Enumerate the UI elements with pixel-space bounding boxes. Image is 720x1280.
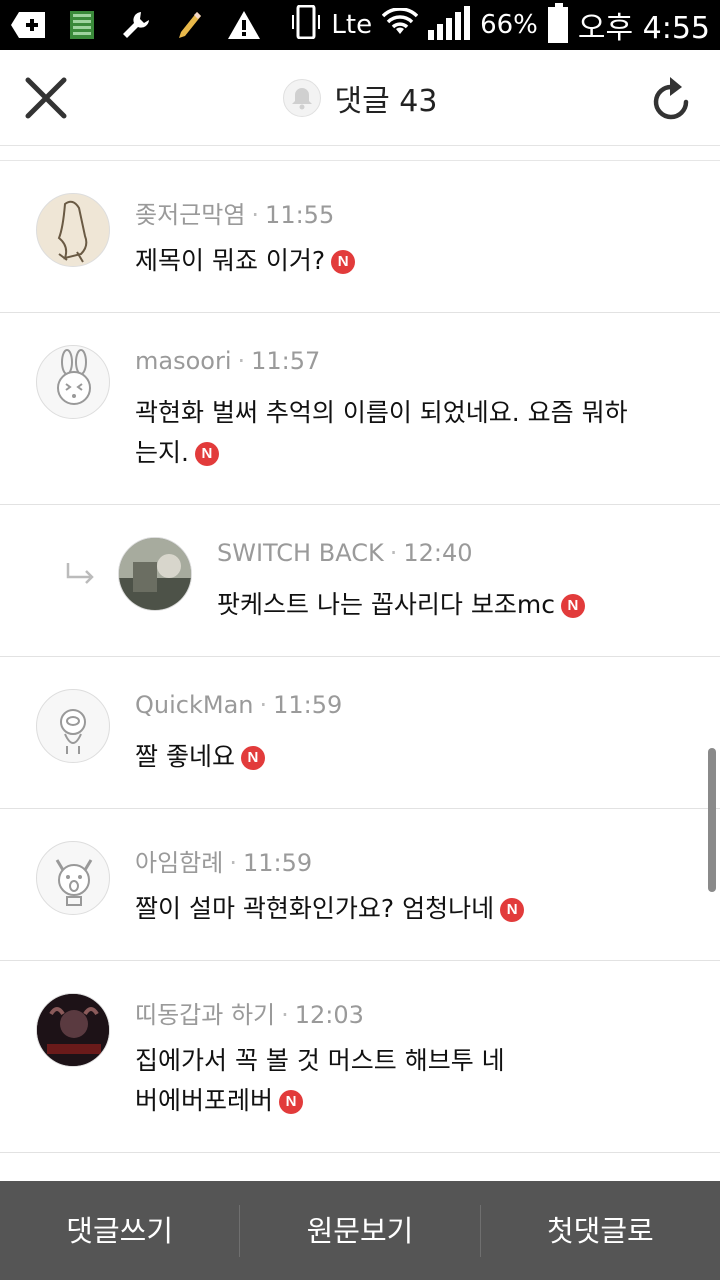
comment-body: 집에가서 꼭 볼 것 머스트 해브투 네버에버포레버 N [135, 1041, 525, 1121]
vibrate-icon [291, 4, 321, 46]
clock: 오후 4:55 [577, 11, 710, 46]
avatar[interactable] [36, 193, 110, 267]
comment-meta: masoori · 11:57 [135, 347, 321, 375]
comment-item[interactable]: masoori · 11:57 곽현화 벌써 추억의 이름이 되었네요. 요즘 뭐하… [0, 313, 720, 505]
comment-meta: 띠동갑과 하기 · 12:03 [135, 1001, 364, 1029]
status-bar: Ltе 66% 오후 4:55 [0, 0, 720, 50]
new-badge: N [560, 594, 585, 618]
warning-icon [226, 10, 262, 40]
refresh-button[interactable] [650, 74, 694, 124]
notification-bell-button[interactable] [282, 79, 321, 117]
comment-body: 제목이 뭐죠 이거? N [135, 241, 675, 281]
write-comment-button[interactable]: 댓글쓰기 [0, 1205, 239, 1257]
refresh-icon [653, 77, 689, 120]
comment-text: 제목이 뭐죠 이거? [135, 246, 326, 275]
page-title: 댓글 43 [334, 84, 438, 119]
comment-author[interactable]: 좆저근막염 [135, 201, 245, 229]
comment-meta: SWITCH BACK · 12:40 [217, 539, 473, 567]
new-badge: N [500, 898, 525, 922]
comment-time: 11:55 [265, 201, 335, 229]
view-original-button[interactable]: 원문보기 [240, 1205, 479, 1257]
wrench-icon [118, 10, 154, 40]
scrollbar-thumb[interactable] [708, 748, 716, 892]
comment-author[interactable]: masoori [135, 347, 232, 375]
comment-author[interactable]: 아임함례 [135, 849, 223, 877]
comment-body: 짤이 설마 곽현화인가요? 엄청나네 N [135, 889, 675, 929]
comment-body: 짤 좋네요 N [135, 737, 675, 777]
medical-plus-icon [10, 10, 46, 40]
wifi-icon [381, 6, 419, 43]
avatar[interactable] [36, 841, 110, 915]
reply-arrow-icon [64, 561, 96, 587]
comment-text: 짤 좋네요 [135, 742, 235, 771]
bell-icon [291, 88, 312, 110]
volte-label: Ltе [331, 10, 373, 40]
comment-text: 집에가서 꼭 볼 것 머스트 해브투 네버에버포레버 [135, 1046, 505, 1115]
battery-icon [547, 3, 568, 43]
first-comment-button[interactable]: 첫댓글로 [481, 1205, 720, 1257]
avatar[interactable] [36, 689, 110, 763]
comment-item[interactable]: 띠동갑과 하기 · 12:03 집에가서 꼭 볼 것 머스트 해브투 네버에버포레버… [0, 961, 720, 1153]
battery-percent: 66% [480, 10, 538, 40]
comment-time: 11:59 [242, 849, 313, 877]
reply-comment-item[interactable]: SWITCH BACK · 12:40 팟케스트 나는 꼽사리다 보조mc N [0, 505, 720, 657]
comment-author[interactable]: SWITCH BACK [217, 539, 384, 567]
bottom-action-bar: 댓글쓰기 원문보기 첫댓글로 [0, 1181, 720, 1280]
comment-meta: 좆저근막염 · 11:55 [135, 201, 335, 229]
comment-time: 12:40 [403, 539, 473, 567]
comment-item[interactable]: 좆저근막염 · 11:55 제목이 뭐죠 이거? N [0, 161, 720, 313]
comment-time: 11:57 [251, 347, 321, 375]
new-badge: N [279, 1090, 304, 1114]
new-badge: N [194, 442, 219, 466]
comment-author[interactable]: QuickMan [135, 691, 254, 719]
comment-text: 팟케스트 나는 꼽사리다 보조mc [217, 590, 555, 619]
comment-list: 좆저근막염 · 11:55 제목이 뭐죠 이거? N masoori · 11:57 곽현… [0, 160, 720, 1153]
avatar[interactable] [36, 345, 110, 419]
comment-body: 팟케스트 나는 꼽사리다 보조mc N [217, 585, 697, 625]
comment-item[interactable]: QuickMan · 11:59 짤 좋네요 N [0, 657, 720, 809]
new-badge: N [331, 250, 356, 274]
pencil-icon [172, 10, 208, 40]
comment-time: 12:03 [294, 1001, 364, 1029]
app-bar: 댓글 43 [0, 50, 720, 146]
avatar[interactable] [36, 993, 110, 1067]
signal-icon [428, 6, 471, 40]
comment-author[interactable]: 띠동갑과 하기 [135, 1001, 275, 1029]
comment-time: 11:59 [273, 691, 343, 719]
comment-meta: 아임함례 · 11:59 [135, 849, 313, 877]
new-badge: N [240, 746, 265, 770]
storage-icon [64, 10, 100, 40]
comment-text: 짤이 설마 곽현화인가요? 엄청나네 [135, 894, 495, 923]
comment-body: 곽현화 벌써 추억의 이름이 되었네요. 요즘 뭐하는지. N [135, 393, 635, 473]
comment-meta: QuickMan · 11:59 [135, 691, 343, 719]
comment-item[interactable]: 아임함례 · 11:59 짤이 설마 곽현화인가요? 엄청나네 N [0, 809, 720, 961]
avatar[interactable] [118, 537, 192, 611]
